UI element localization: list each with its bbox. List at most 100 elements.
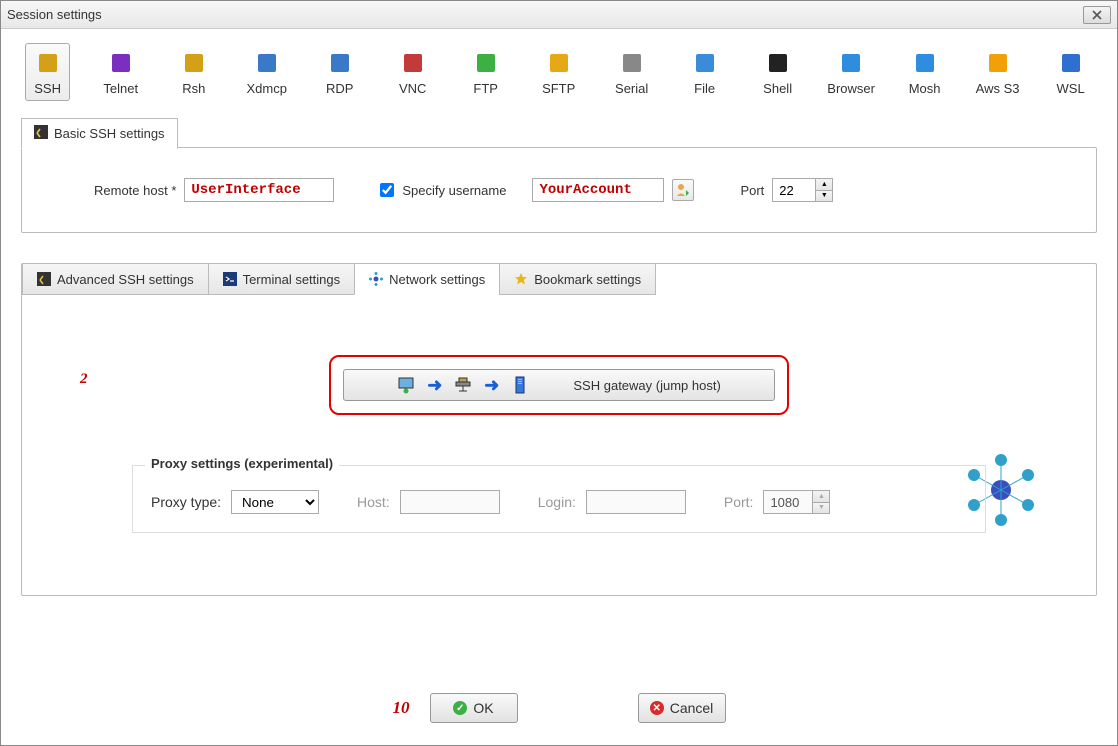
gateway-icon [454,376,472,394]
cancel-label: Cancel [670,700,714,716]
file-icon [693,51,717,75]
session-type-rdp[interactable]: RDP [317,51,362,96]
ok-button[interactable]: ✓ OK [430,693,518,723]
advanced-panel: Advanced SSH settings Terminal settings Ne… [21,263,1097,596]
wsl-icon [1059,51,1083,75]
session-type-vnc[interactable]: VNC [390,51,435,96]
specify-username-checkbox[interactable] [380,183,394,197]
session-type-aws-s3[interactable]: Aws S3 [975,51,1020,96]
port-input[interactable] [772,178,816,202]
proxy-host-input [400,490,500,514]
session-type-wsl[interactable]: WSL [1048,51,1093,96]
tab-network-settings[interactable]: Network settings [354,263,500,295]
tab-label: Advanced SSH settings [57,272,194,287]
tab-label: Terminal settings [243,272,341,287]
server-icon [511,376,529,394]
proxy-host-label: Host: [357,494,390,510]
proxy-settings-group: Proxy settings (experimental) Proxy type… [132,465,986,533]
session-type-label: Aws S3 [976,81,1020,96]
tab-bookmark-settings[interactable]: Bookmark settings [499,263,656,295]
proxy-type-select[interactable]: None [231,490,319,514]
arrow-icon: ➜ [427,375,442,396]
session-type-serial[interactable]: Serial [609,51,654,96]
specify-username-label: Specify username [402,183,506,198]
ftp-icon [474,51,498,75]
proxy-port-spinner: ▲ ▼ [813,490,830,514]
credentials-button[interactable] [672,179,694,201]
advanced-tabs: Advanced SSH settings Terminal settings Ne… [22,263,1096,295]
ssh-gateway-button[interactable]: ➜ ➜ SSH gateway (jump host) [343,369,775,401]
window-title: Session settings [7,7,102,22]
tab-terminal-settings[interactable]: Terminal settings [208,263,356,295]
session-type-browser[interactable]: Browser [828,51,874,96]
session-type-shell[interactable]: Shell [755,51,800,96]
session-type-ftp[interactable]: FTP [463,51,508,96]
telnet-icon [109,51,133,75]
session-type-label: Xdmcp [247,81,287,96]
port-label: Port [740,183,764,198]
basic-ssh-tab-label: Basic SSH settings [54,126,165,141]
session-type-label: SSH [34,81,61,96]
proxy-port-down-button: ▼ [813,503,829,514]
basic-ssh-tab[interactable]: Basic SSH settings [21,118,178,149]
close-icon [1092,10,1102,20]
session-type-label: VNC [399,81,426,96]
session-type-label: RDP [326,81,353,96]
tab-label: Network settings [389,272,485,287]
tab-advanced-ssh-settings[interactable]: Advanced SSH settings [22,263,209,295]
session-type-label: WSL [1057,81,1085,96]
arrow-icon: ➜ [484,375,499,396]
rsh-icon [182,51,206,75]
vnc-icon [401,51,425,75]
session-type-file[interactable]: File [682,51,727,96]
session-type-label: Rsh [182,81,205,96]
proxy-login-label: Login: [538,494,576,510]
jump-host-highlight: ➜ ➜ SSH gateway (jump host) [329,355,789,415]
session-type-label: FTP [473,81,498,96]
session-type-rsh[interactable]: Rsh [171,51,216,96]
cancel-icon: ✕ [650,701,664,715]
basic-ssh-panel: Basic SSH settings 2 3 Remote host * Spe… [21,147,1097,233]
aws-s3-icon [986,51,1010,75]
ok-label: OK [473,700,493,716]
close-button[interactable] [1083,6,1111,24]
network-settings-body: ➜ ➜ SSH gateway (jump host) [22,295,1096,595]
dialog-footer: 10 ✓ OK ✕ Cancel [1,693,1117,723]
ssh-gateway-label: SSH gateway (jump host) [573,378,720,393]
network-tab-icon [369,272,383,286]
cancel-button[interactable]: ✕ Cancel [638,693,726,723]
session-type-xdmcp[interactable]: Xdmcp [244,51,289,96]
session-type-label: File [694,81,715,96]
user-pick-icon [676,183,690,197]
session-type-ssh[interactable]: SSH [25,43,70,101]
proxy-port-up-button: ▲ [813,491,829,503]
session-type-telnet[interactable]: Telnet [98,51,143,96]
session-type-toolbar: SSH Telnet Rsh Xdmcp RDP VNC FTP SFTP [1,29,1117,107]
annotation-10: 10 [393,698,410,718]
port-spinner: ▲ ▼ [816,178,833,202]
browser-icon [839,51,863,75]
xdmcp-icon [255,51,279,75]
session-type-label: Mosh [909,81,941,96]
session-type-label: Telnet [103,81,138,96]
remote-host-label: Remote host * [94,183,176,198]
ok-icon: ✓ [453,701,467,715]
proxy-type-label: Proxy type: [151,494,221,510]
session-type-sftp[interactable]: SFTP [536,51,581,96]
proxy-port-input [763,490,813,514]
session-type-label: Browser [827,81,875,96]
session-type-label: SFTP [542,81,575,96]
rdp-icon [328,51,352,75]
session-type-mosh[interactable]: Mosh [902,51,947,96]
user-terminal-icon [397,376,415,394]
tab-label: Bookmark settings [534,272,641,287]
username-input[interactable] [532,178,664,202]
session-settings-window: Session settings SSH Telnet Rsh Xdmcp RD… [0,0,1118,746]
port-up-button[interactable]: ▲ [816,179,832,191]
remote-host-input[interactable] [184,178,334,202]
proxy-port-label: Port: [724,494,754,510]
shell-icon [766,51,790,75]
port-down-button[interactable]: ▼ [816,191,832,202]
bookmark-tab-icon [514,272,528,286]
ssh-icon [36,51,60,75]
